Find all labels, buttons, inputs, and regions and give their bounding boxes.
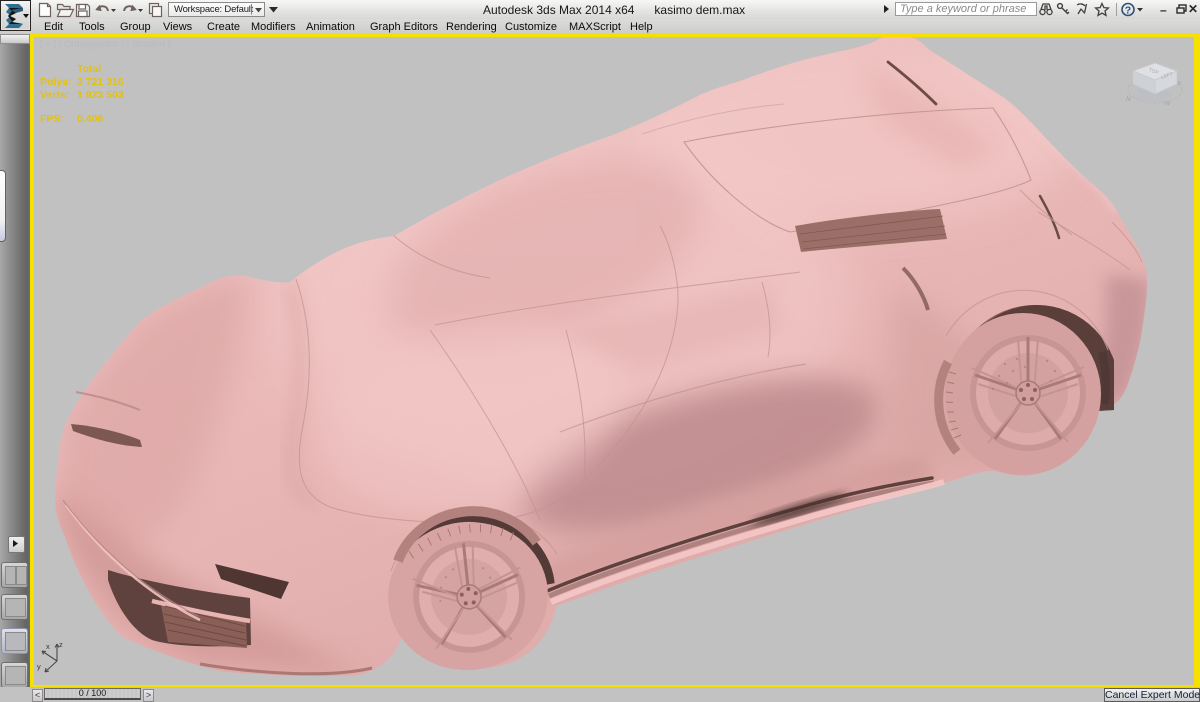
svg-text:y: y xyxy=(37,662,41,671)
svg-text:Verts:: Verts: xyxy=(40,89,69,101)
svg-text:S: S xyxy=(1177,81,1181,87)
svg-text:?: ? xyxy=(1125,5,1131,17)
svg-text:Polys:: Polys: xyxy=(40,76,72,88)
svg-text:N: N xyxy=(1126,96,1131,103)
svg-text:W: W xyxy=(1165,101,1171,107)
svg-text:1 923 503: 1 923 503 xyxy=(77,89,124,101)
svg-text:0.406: 0.406 xyxy=(77,113,103,125)
svg-text:x: x xyxy=(46,642,50,651)
svg-text:z: z xyxy=(59,640,63,649)
svg-text:[ + ] [ Orthographic ] [ Shade: [ + ] [ Orthographic ] [ Shaded ] xyxy=(40,39,170,50)
svg-text:FPS:: FPS: xyxy=(40,113,64,125)
svg-text:3 721 316: 3 721 316 xyxy=(77,76,124,88)
svg-text:Total: Total xyxy=(77,63,101,75)
